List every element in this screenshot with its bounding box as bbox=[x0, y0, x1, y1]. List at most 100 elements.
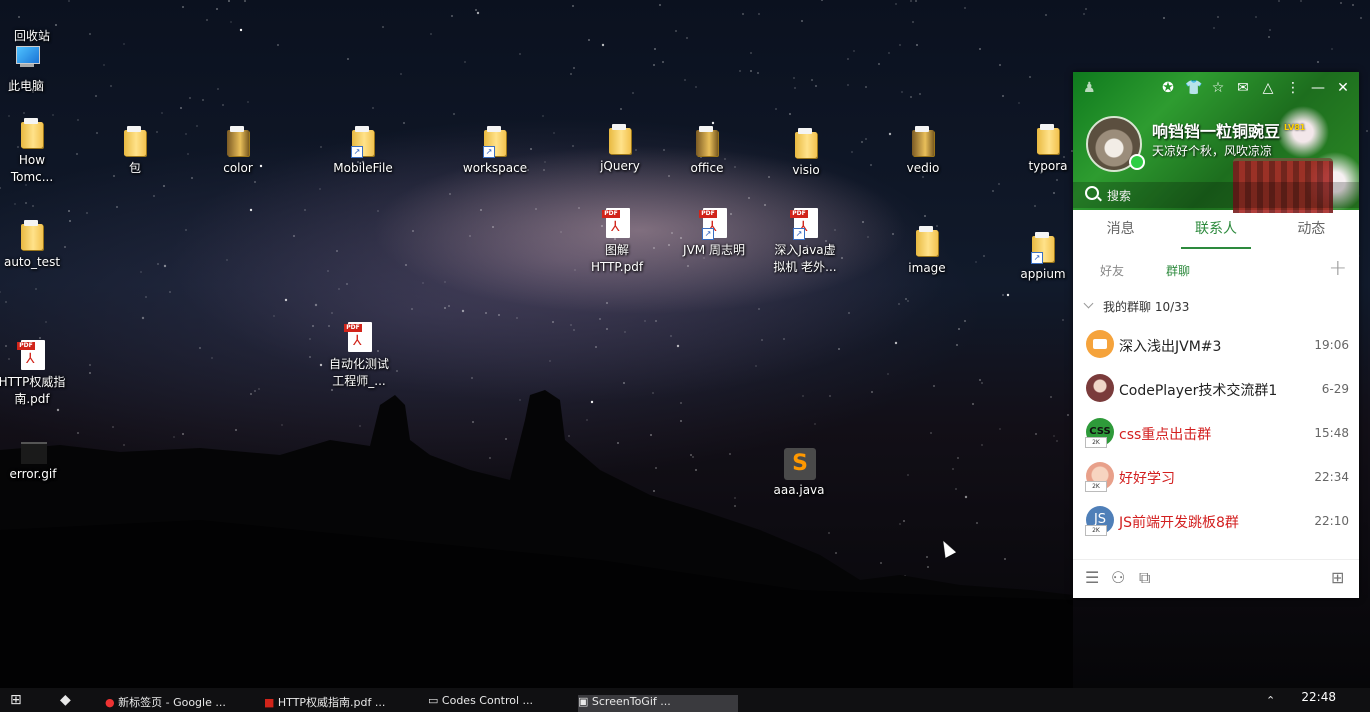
jquery-folder[interactable]: jQuery bbox=[581, 122, 659, 175]
folder-icon bbox=[222, 124, 254, 158]
vedio-folder[interactable]: vedio bbox=[884, 124, 962, 177]
subtab-friends[interactable]: 好友 bbox=[1100, 262, 1124, 279]
tujie-http-pdf[interactable]: PDF ⅄ 图解 HTTP.pdf bbox=[578, 206, 656, 276]
image-folder[interactable]: image bbox=[888, 224, 966, 277]
auto-test-engineer-pdf[interactable]: PDF ⅄ 自动化测试 工程师_... bbox=[320, 320, 398, 390]
browser-pinned-icon[interactable]: ◆ bbox=[60, 692, 71, 710]
taskbar: ⊞ ◆ ● 新标签页 - Google ... ■ HTTP权威指南.pdf .… bbox=[0, 688, 1370, 712]
user-signature[interactable]: 天凉好个秋，风吹凉凉 bbox=[1152, 142, 1272, 159]
recycle-bin-desktop-icon[interactable]: 回收站 bbox=[0, 0, 71, 45]
group-row[interactable]: 2K 好好学习 22:34 bbox=[1073, 454, 1359, 498]
contact-subtabs: 好友 群聊 + bbox=[1073, 250, 1359, 290]
pdf-icon: PDF ⅄ bbox=[343, 320, 375, 354]
java-vm-pdf[interactable]: PDF ⅄ ↗ 深入Java虚 拟机 老外... bbox=[766, 206, 844, 276]
group-time: 22:10 bbox=[1314, 514, 1349, 528]
computer-icon bbox=[10, 42, 42, 76]
auto-test-folder[interactable]: auto_test bbox=[0, 218, 71, 271]
main-menu-icon[interactable]: ☰ bbox=[1085, 568, 1099, 587]
visio-folder[interactable]: visio bbox=[767, 126, 845, 179]
pdf-shortcut-icon: PDF ⅄ ↗ bbox=[789, 206, 821, 240]
recycle-bin-icon bbox=[16, 0, 48, 26]
skin-shirt-icon[interactable]: 👕 bbox=[1185, 80, 1202, 96]
group-name: CodePlayer技术交流群1 bbox=[1119, 383, 1278, 399]
taskbar-item-pdf[interactable]: ■ HTTP权威指南.pdf ... bbox=[264, 694, 404, 712]
level-badge: LV81 bbox=[1284, 123, 1306, 132]
group-name: css重点出击群 bbox=[1119, 427, 1212, 443]
search-input[interactable] bbox=[1105, 185, 1349, 207]
group-time: 15:48 bbox=[1314, 426, 1349, 440]
add-friend-icon[interactable]: ⚇ bbox=[1111, 568, 1125, 587]
group-time: 19:06 bbox=[1314, 338, 1349, 352]
folder-icon bbox=[119, 124, 151, 158]
pdf-icon: PDF ⅄ bbox=[601, 206, 633, 240]
color-folder[interactable]: color bbox=[199, 124, 277, 177]
header-toolbar: ✪ 👕 ☆ ✉ △ ⋮ — ✕ bbox=[1160, 80, 1351, 96]
folder-icon bbox=[604, 122, 636, 156]
warning-icon[interactable]: △ bbox=[1260, 80, 1276, 96]
group-row[interactable]: JS 2K JS前端开发跳板8群 22:10 bbox=[1073, 498, 1359, 542]
more-menu-icon[interactable]: ⋮ bbox=[1285, 80, 1301, 96]
office-folder[interactable]: office bbox=[668, 124, 746, 177]
windows-start-icon[interactable]: ⊞ bbox=[10, 692, 22, 710]
jvm-pdf[interactable]: PDF ⅄ ↗ JVM 周志明 bbox=[675, 206, 753, 259]
folder-icon bbox=[1032, 122, 1064, 156]
folder-shortcut-icon: ↗ bbox=[479, 124, 511, 158]
folder-shortcut-icon: ↗ bbox=[347, 124, 379, 158]
how-tomcat-folder[interactable]: How Tomc... bbox=[0, 116, 71, 186]
group-row[interactable]: 深入浅出JVM#3 19:06 bbox=[1073, 322, 1359, 366]
online-status-icon[interactable] bbox=[1129, 154, 1145, 170]
search-bar[interactable] bbox=[1073, 182, 1359, 208]
folder-icon bbox=[16, 218, 48, 252]
taskbar-item-chrome[interactable]: ● 新标签页 - Google ... bbox=[105, 694, 245, 712]
folder-icon bbox=[16, 116, 48, 150]
qq-profile-header: ♟ ✪ 👕 ☆ ✉ △ ⋮ — ✕ 响铛铛一粒铜豌豆 LV81 天凉好个秋，风吹… bbox=[1073, 72, 1359, 213]
main-tabs: 消息 联系人 动态 bbox=[1073, 210, 1359, 250]
app-box-icon[interactable]: ⧉ bbox=[1139, 568, 1150, 588]
group-avatar bbox=[1086, 374, 1114, 402]
tray-chevron-icon[interactable]: ⌃ bbox=[1266, 694, 1275, 712]
workspace-folder[interactable]: ↗ workspace bbox=[456, 124, 534, 177]
folder-icon bbox=[790, 126, 822, 160]
error-gif-file[interactable]: error.gif bbox=[0, 430, 72, 483]
group-row[interactable]: CSS 2K css重点出击群 15:48 bbox=[1073, 410, 1359, 454]
close-icon[interactable]: ✕ bbox=[1335, 80, 1351, 96]
taskbar-clock[interactable]: 22:48 bbox=[1301, 690, 1336, 704]
tab-feeds[interactable]: 动态 bbox=[1264, 210, 1359, 250]
tab-contacts[interactable]: 联系人 bbox=[1168, 210, 1263, 250]
add-icon[interactable]: + bbox=[1329, 256, 1347, 281]
group-row[interactable]: CodePlayer技术交流群1 6-29 bbox=[1073, 366, 1359, 410]
subtab-groups[interactable]: 群聊 bbox=[1166, 262, 1190, 279]
bao-folder[interactable]: 包 bbox=[96, 124, 174, 177]
http-guide-pdf[interactable]: PDF ⅄ HTTP权威指 南.pdf bbox=[0, 338, 71, 408]
bottom-toolbar: ☰ ⚇ ⧉ ⊞ bbox=[1073, 559, 1359, 598]
mobilefile-folder[interactable]: ↗ MobileFile bbox=[324, 124, 402, 177]
minimize-icon[interactable]: — bbox=[1310, 80, 1326, 96]
qq-penguin-icon: ♟ bbox=[1083, 80, 1096, 96]
2k-badge-icon: 2K bbox=[1085, 525, 1107, 536]
search-icon bbox=[1085, 186, 1099, 200]
pdf-icon: PDF ⅄ bbox=[16, 338, 48, 372]
appium-folder[interactable]: ↗ appium bbox=[1004, 230, 1082, 283]
medal-icon[interactable]: ✪ bbox=[1160, 80, 1176, 96]
folder-shortcut-icon: ↗ bbox=[1027, 230, 1059, 264]
group-name: 好好学习 bbox=[1119, 471, 1175, 487]
group-section-header[interactable]: 我的群聊 10/33 bbox=[1073, 290, 1359, 322]
group-avatar bbox=[1086, 330, 1114, 358]
this-pc-desktop-icon[interactable]: 此电脑 bbox=[0, 42, 65, 95]
taskbar-item-codes[interactable]: ▭ Codes Control ... bbox=[428, 694, 558, 712]
image-file-icon bbox=[17, 430, 49, 464]
star-icon[interactable]: ☆ bbox=[1210, 80, 1226, 96]
group-name: 深入浅出JVM#3 bbox=[1119, 339, 1222, 355]
taskbar-item-screentogif[interactable]: ▣ ScreenToGif ... bbox=[578, 695, 738, 712]
qq-main-panel: ♟ ✪ 👕 ☆ ✉ △ ⋮ — ✕ 响铛铛一粒铜豌豆 LV81 天凉好个秋，风吹… bbox=[1073, 72, 1359, 598]
2k-badge-icon: 2K bbox=[1085, 437, 1107, 448]
sublime-text-icon: S bbox=[783, 446, 816, 480]
app-manager-icon[interactable]: ⊞ bbox=[1331, 568, 1344, 587]
aaa-java-file[interactable]: S aaa.java bbox=[760, 446, 838, 499]
folder-icon bbox=[911, 224, 943, 258]
mail-icon[interactable]: ✉ bbox=[1235, 80, 1251, 96]
tab-messages[interactable]: 消息 bbox=[1073, 210, 1168, 250]
folder-icon bbox=[691, 124, 723, 158]
folder-icon bbox=[907, 124, 939, 158]
group-name: JS前端开发跳板8群 bbox=[1119, 515, 1239, 531]
